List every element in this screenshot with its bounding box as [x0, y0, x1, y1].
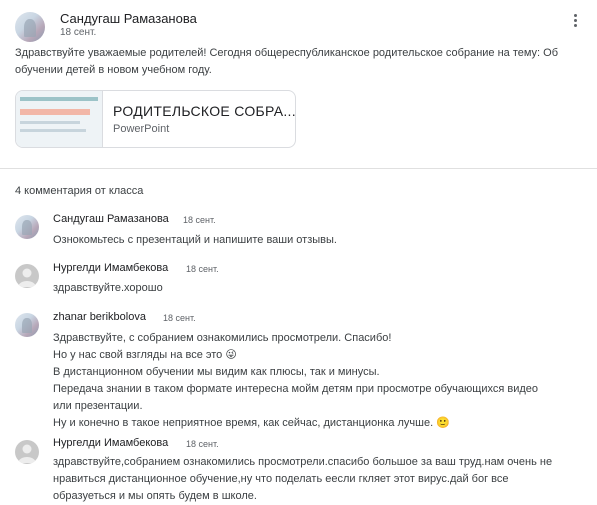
comment-date: 18 сент. — [183, 215, 216, 225]
comment-line: образуеться и мы опять будем в школе. — [53, 490, 257, 502]
post-date: 18 сент. — [60, 27, 97, 38]
comment-text: Ознокомьтесь с презентаций и напишите ва… — [53, 234, 337, 246]
comments-header[interactable]: 4 комментария от класса — [15, 185, 143, 197]
more-vert-icon — [573, 14, 577, 17]
comment-date: 18 сент. — [163, 313, 196, 323]
attachment-type: PowerPoint — [113, 123, 170, 135]
comment-author[interactable]: Нургелди Имамбекова — [53, 262, 168, 274]
attachment-title: РОДИТЕЛЬСКОЕ СОБРА... — [113, 103, 296, 119]
comment-avatar[interactable] — [15, 313, 39, 337]
comment-author[interactable]: Сандугаш Рамазанова — [53, 213, 169, 225]
comment-line: В дистанционном обучении мы видим как пл… — [53, 366, 380, 378]
comment-line: Ну и конечно в такое неприятное время, к… — [53, 417, 450, 429]
comment-line: или презентации. — [53, 400, 143, 412]
comment-avatar[interactable] — [15, 215, 39, 239]
comment-text: здравствуйте.хорошо — [53, 282, 163, 294]
comment-line: здравствуйте,собранием ознакомились прос… — [53, 456, 553, 468]
more-vert-dot — [573, 19, 577, 22]
post-author[interactable]: Сандугаш Рамазанова — [60, 11, 197, 26]
author-avatar[interactable] — [15, 12, 45, 42]
comment-date: 18 сент. — [186, 439, 219, 449]
comment-author[interactable]: Нургелди Имамбекова — [53, 437, 168, 449]
more-vert-dot — [573, 24, 577, 27]
more-options-button[interactable] — [564, 12, 586, 34]
comment-line: Здравствуйте, с собранием ознакомились п… — [53, 332, 392, 344]
comment-line: нравиться дистанционное обучение,ну что … — [53, 473, 509, 485]
divider — [0, 168, 597, 169]
comment-date: 18 сент. — [186, 264, 219, 274]
user-icon — [18, 444, 36, 463]
comment-line: Но у нас свой взгляды на все это 😜 — [53, 349, 237, 361]
comment-text: здравствуйте,собранием ознакомились прос… — [53, 454, 593, 505]
post-text: Здравствуйте уважаемые родителей! Сегодн… — [15, 47, 559, 76]
comment-avatar[interactable] — [15, 264, 39, 288]
comment-line: Передача знании в таком формате интересн… — [53, 383, 538, 395]
attachment-thumbnail — [16, 91, 103, 147]
attachment-card[interactable]: РОДИТЕЛЬСКОЕ СОБРА... PowerPoint — [15, 90, 296, 148]
comment-avatar[interactable] — [15, 440, 39, 464]
comment-author[interactable]: zhanar berikbolova — [53, 311, 146, 323]
user-icon — [18, 268, 36, 287]
comment-text: Здравствуйте, с собранием ознакомились п… — [53, 330, 593, 432]
